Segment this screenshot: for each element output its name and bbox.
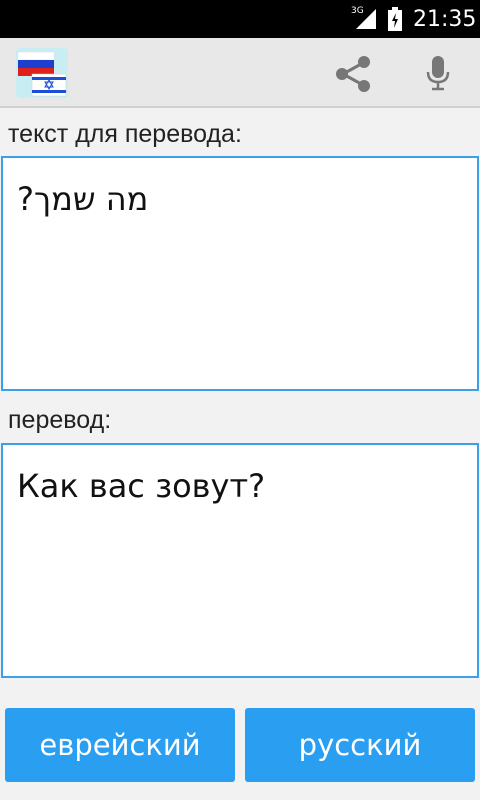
status-bar: 3G 21:35	[0, 0, 480, 38]
translation-label: перевод:	[8, 406, 112, 434]
source-text-input[interactable]: מה שמך?	[3, 158, 477, 389]
battery-charging-icon	[388, 7, 402, 31]
translation-text-output[interactable]: Как вас зовут?	[3, 445, 477, 676]
russian-language-button[interactable]: русский	[245, 708, 475, 782]
russian-israeli-flags-icon[interactable]	[16, 48, 68, 98]
source-text-box[interactable]: מה שמך?	[1, 156, 479, 391]
action-bar	[0, 38, 480, 108]
source-label: текст для перевода:	[8, 120, 242, 148]
clock: 21:35	[413, 7, 477, 32]
signal-icon	[356, 9, 376, 29]
share-icon[interactable]	[330, 52, 378, 96]
microphone-icon[interactable]	[414, 50, 462, 96]
hebrew-language-button[interactable]: еврейский	[5, 708, 235, 782]
translation-text-box[interactable]: Как вас зовут?	[1, 443, 479, 678]
